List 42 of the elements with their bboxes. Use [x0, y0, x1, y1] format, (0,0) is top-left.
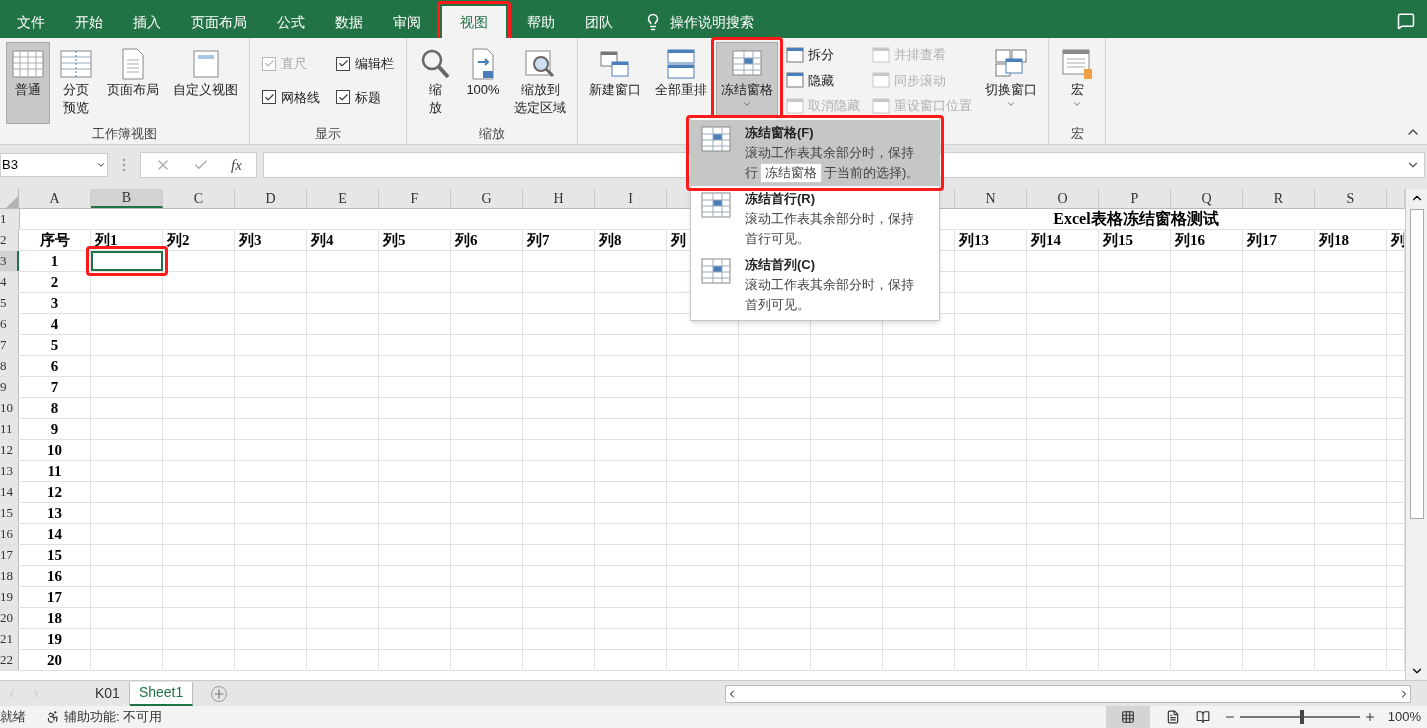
table-cell-text: 4 [50, 314, 59, 334]
table-cell-text: 1 [50, 251, 59, 271]
table-cell-text: 17 [47, 587, 62, 607]
table-cell: 列16 [1175, 230, 1205, 250]
table-cell-text: 6 [50, 356, 59, 376]
table-cell-text: 20 [47, 650, 62, 670]
table-cell: 列 [671, 230, 686, 250]
table-cell: 列3 [239, 230, 262, 250]
table-cell-text: 7 [50, 377, 59, 397]
table-cell-text: 3 [50, 293, 59, 313]
table-cell: 列15 [1103, 230, 1133, 250]
table-cell: 列13 [959, 230, 989, 250]
table-cell-text: 14 [47, 524, 62, 544]
table-cell: 列18 [1319, 230, 1349, 250]
table-cell: 列14 [1031, 230, 1061, 250]
table-cell-text: 11 [47, 461, 62, 481]
table-cell-text: 13 [47, 503, 62, 523]
table-cell-text: 18 [47, 608, 62, 628]
table-cell-text: 15 [47, 545, 62, 565]
table-cell-text: 2 [50, 272, 59, 292]
table-cell-text: 8 [50, 398, 59, 418]
status-text: 就绪 [0, 708, 27, 727]
table-cell-text: 16 [47, 566, 62, 586]
tooltip: 冻结窗格 [760, 163, 822, 183]
table-cell: 列4 [311, 230, 334, 250]
table-cell: 列7 [527, 230, 550, 250]
table-cell: 列8 [599, 230, 622, 250]
group-label: 缩放 [478, 125, 506, 143]
table-cell-text: 12 [47, 482, 62, 502]
sheet-title: Excel表格冻结窗格测试 [1053, 209, 1219, 229]
table-cell-text: 10 [47, 440, 62, 460]
group-label: 宏 [1069, 125, 1085, 143]
table-cell-text: 5 [50, 335, 59, 355]
table-cell-text: 9 [50, 419, 59, 439]
group-label: 工作簿视图 [91, 125, 158, 143]
table-cell: 列2 [167, 230, 190, 250]
table-cell: 序号 [39, 230, 70, 250]
table-cell: 列6 [455, 230, 478, 250]
table-cell-text: 19 [47, 629, 62, 649]
group-label: 显示 [314, 125, 342, 143]
table-cell: 列17 [1247, 230, 1277, 250]
table-cell: 列5 [383, 230, 406, 250]
